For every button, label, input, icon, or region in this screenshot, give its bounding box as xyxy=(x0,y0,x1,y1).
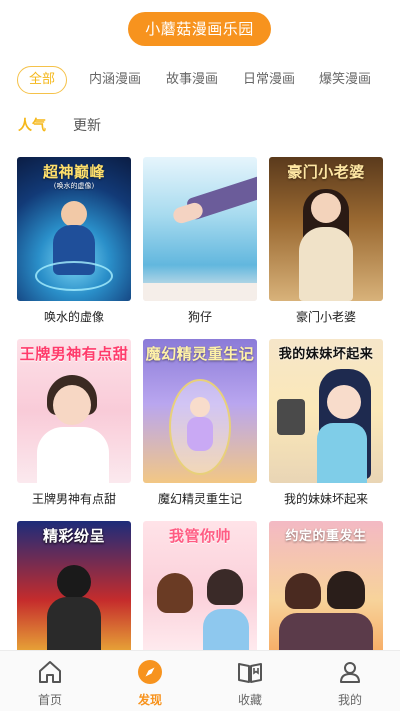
character-body xyxy=(47,597,101,650)
fairy-head xyxy=(190,397,210,417)
sort-row: 人气 更新 xyxy=(0,116,400,136)
comic-cover[interactable]: 精彩纷呈 xyxy=(17,521,131,650)
comic-card[interactable]: 超神巅峰 (唤水的虚像) 唤水的虚像 xyxy=(17,157,131,325)
book-icon xyxy=(238,663,262,683)
character-hair-left xyxy=(285,573,321,609)
category-tab-daily[interactable]: 日常漫画 xyxy=(243,66,295,94)
app-title: 小蘑菇漫画乐园 xyxy=(128,12,271,46)
character-outfit xyxy=(317,423,367,483)
magic-circle xyxy=(35,261,113,291)
comic-cover[interactable]: 王牌男神有点甜 xyxy=(17,339,131,483)
comic-cover[interactable]: 豪门小老婆 xyxy=(269,157,383,301)
category-tab-connotation[interactable]: 内涵漫画 xyxy=(89,66,141,94)
tab-label: 首页 xyxy=(37,693,62,707)
header: 小蘑菇漫画乐园 xyxy=(0,12,400,46)
comic-title: 魔幻精灵重生记 xyxy=(157,492,242,506)
character-face xyxy=(311,193,341,223)
comic-card[interactable]: 王牌男神有点甜 王牌男神有点甜 xyxy=(17,339,131,507)
character-shirt xyxy=(203,609,249,650)
comic-card[interactable]: 狗仔 xyxy=(143,157,257,325)
tab-label: 我的 xyxy=(337,693,362,707)
comic-cover[interactable]: 我的妹妹坏起来 xyxy=(269,339,383,483)
user-icon xyxy=(340,662,360,683)
cover-title-text: 我的妹妹坏起来 xyxy=(278,347,374,362)
tab-label: 发现 xyxy=(137,693,162,707)
cover-title-text: 约定的重发生 xyxy=(285,529,367,544)
character-hair xyxy=(57,565,91,599)
comic-card[interactable]: 精彩纷呈 xyxy=(17,521,131,650)
character-shirt xyxy=(37,427,109,483)
comic-cover[interactable]: 我管你帅 xyxy=(143,521,257,650)
character-hair-right xyxy=(327,571,365,609)
comic-title: 豪门小老婆 xyxy=(295,310,356,324)
cover-title-text: 魔幻精灵重生记 xyxy=(145,345,255,363)
character-face xyxy=(53,385,91,425)
tab-profile[interactable]: 我的 xyxy=(300,657,400,709)
character-hair-left xyxy=(157,573,193,613)
character-hair-right xyxy=(207,569,243,605)
tab-home[interactable]: 首页 xyxy=(0,657,100,709)
bottom-tab-bar: 首页 发现 收藏 我的 xyxy=(0,650,400,711)
compass-icon xyxy=(138,660,162,684)
comic-grid: 超神巅峰 (唤水的虚像) 唤水的虚像 狗仔 豪门小老婆 豪门小老婆 王牌男神有点… xyxy=(0,157,400,650)
comic-cover[interactable] xyxy=(143,157,257,301)
character-dress xyxy=(299,227,353,301)
home-icon xyxy=(39,661,61,683)
category-filter-row: 全部 内涵漫画 故事漫画 日常漫画 爆笑漫画 xyxy=(0,66,400,94)
comic-card[interactable]: 豪门小老婆 豪门小老婆 xyxy=(269,157,383,325)
cover-title-text: 我管你帅 xyxy=(168,527,231,545)
comic-cover[interactable]: 魔幻精灵重生记 xyxy=(143,339,257,483)
tab-discover[interactable]: 发现 xyxy=(100,657,200,709)
category-tab-funny[interactable]: 爆笑漫画 xyxy=(319,66,371,94)
hand-shape xyxy=(171,200,205,226)
category-tab-story[interactable]: 故事漫画 xyxy=(166,66,218,94)
comic-card[interactable]: 我的妹妹坏起来 我的妹妹坏起来 xyxy=(269,339,383,507)
comic-cover[interactable]: 超神巅峰 (唤水的虚像) xyxy=(17,157,131,301)
comic-cover[interactable]: 约定的重发生 xyxy=(269,521,383,650)
background-object xyxy=(277,399,305,435)
comic-card[interactable]: 魔幻精灵重生记 魔幻精灵重生记 xyxy=(143,339,257,507)
cover-title-text: 王牌男神有点甜 xyxy=(19,345,129,363)
sort-popular[interactable]: 人气 xyxy=(18,116,46,136)
cover-title-text: 超神巅峰 xyxy=(42,163,105,181)
tab-favorites[interactable]: 收藏 xyxy=(200,657,300,709)
comic-title: 我的妹妹坏起来 xyxy=(283,492,368,506)
fairy-dress xyxy=(187,417,213,451)
category-tab-all[interactable]: 全部 xyxy=(17,66,68,94)
comic-card[interactable]: 我管你帅 xyxy=(143,521,257,650)
comic-title: 王牌男神有点甜 xyxy=(31,492,116,506)
sort-updated[interactable]: 更新 xyxy=(73,116,101,136)
character-face xyxy=(327,385,361,419)
cover-title-text: 精彩纷呈 xyxy=(42,527,105,545)
comic-card[interactable]: 约定的重发生 xyxy=(269,521,383,650)
comic-title: 唤水的虚像 xyxy=(43,310,104,324)
comic-title: 狗仔 xyxy=(187,310,212,324)
characters-body xyxy=(279,613,373,650)
cover-title-text: 豪门小老婆 xyxy=(287,163,365,181)
character-head xyxy=(61,201,87,227)
cover-subtitle-text: (唤水的虚像) xyxy=(53,182,95,190)
tab-label: 收藏 xyxy=(237,693,262,707)
cover-bottom-band xyxy=(143,283,257,301)
